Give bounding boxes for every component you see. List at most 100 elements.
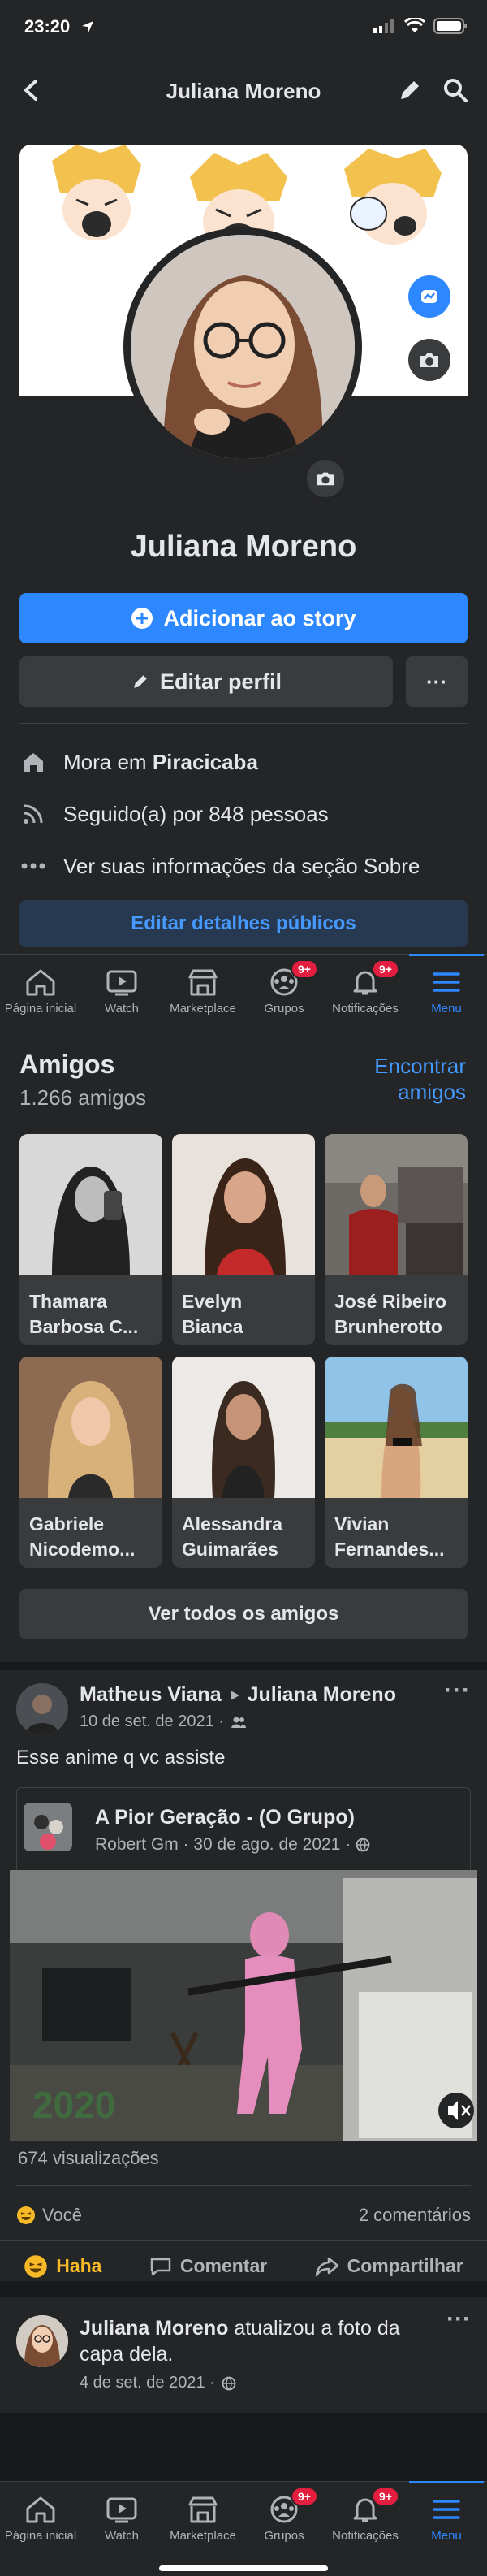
friend-name-line2: Bianca xyxy=(182,1316,244,1337)
post-more-button[interactable]: ··· xyxy=(444,1677,471,1704)
avatar-camera-button[interactable] xyxy=(304,457,347,500)
tab-menu[interactable]: Menu xyxy=(406,2481,487,2576)
cover-camera-button[interactable] xyxy=(406,336,453,383)
post-date[interactable]: 10 de set. de 2021 · xyxy=(80,1712,224,1731)
friend-card[interactable]: Gabriele Nicodemo... xyxy=(19,1357,162,1568)
post-author-avatar[interactable] xyxy=(16,1683,68,1735)
profile-header: Juliana Moreno xyxy=(0,58,487,123)
tab-menu[interactable]: Menu xyxy=(406,954,487,1032)
battery-icon xyxy=(433,18,467,34)
groups-badge: 9+ xyxy=(291,2487,318,2506)
marketplace-icon xyxy=(188,969,218,996)
pencil-icon[interactable] xyxy=(396,76,424,104)
divider xyxy=(19,723,468,724)
friend-card[interactable]: Evelyn Bianca xyxy=(172,1134,315,1345)
info-row-about[interactable]: Ver suas informações da seção Sobre xyxy=(19,850,468,882)
tab-watch[interactable]: Watch xyxy=(81,2482,162,2576)
more-dots-icon xyxy=(21,863,45,869)
post-text: Esse anime q vc assiste xyxy=(16,1747,226,1769)
home-indicator xyxy=(159,2565,328,2571)
comment-icon xyxy=(150,2258,171,2275)
friend-name-line2: Fernandes... xyxy=(334,1539,445,1560)
notifications-badge: 9+ xyxy=(372,2487,399,2506)
signal-icon xyxy=(373,19,394,33)
post-target-name[interactable]: Juliana Moreno xyxy=(248,1683,396,1707)
comments-count[interactable]: 2 comentários xyxy=(359,2205,471,2226)
home-icon xyxy=(24,753,43,772)
comment-label: Comentar xyxy=(179,2255,268,2276)
wifi-icon xyxy=(404,18,425,32)
post-actions: Haha Comentar Compartilhar xyxy=(0,2240,487,2291)
profile-avatar-ring xyxy=(123,227,362,466)
tab-watch[interactable]: Watch xyxy=(81,955,162,1032)
group-photo xyxy=(24,1803,72,1851)
comment-button[interactable]: Comentar xyxy=(149,2255,267,2277)
post2-date[interactable]: 4 de set. de 2021 · xyxy=(80,2374,215,2392)
profile-section: Juliana Moreno Adicionar ao story Editar… xyxy=(0,123,487,954)
tab-label: Grupos xyxy=(264,2529,304,2543)
profile-avatar[interactable] xyxy=(131,235,355,459)
shared-author-date: Robert Gm · 30 de ago. de 2021 · xyxy=(95,1835,351,1854)
tab-groups[interactable]: 9+ Grupos xyxy=(244,955,325,1032)
tab-groups[interactable]: 9+ Grupos xyxy=(244,2482,325,2576)
profile-photo xyxy=(131,235,355,459)
find-friends-link[interactable]: Encontrar amigos xyxy=(374,1053,466,1105)
reaction-count[interactable]: Você xyxy=(16,2205,82,2226)
globe-icon xyxy=(356,1838,370,1852)
haha-emoji-icon xyxy=(24,2254,47,2278)
tab-notifications[interactable]: 9+ Notificações xyxy=(325,955,406,1032)
tab-marketplace[interactable]: Marketplace xyxy=(162,2482,244,2576)
profile-more-button[interactable]: ··· xyxy=(406,656,468,707)
tab-label: Grupos xyxy=(264,1002,304,1015)
post-video[interactable]: 2020 xyxy=(10,1870,477,2141)
post2-author[interactable]: Juliana Moreno xyxy=(80,2317,228,2340)
status-icons xyxy=(373,18,468,34)
see-all-friends-button[interactable]: Ver todos os amigos xyxy=(19,1589,468,1639)
friend-card[interactable]: Alessandra Guimarães xyxy=(172,1357,315,1568)
avatar-photo xyxy=(16,2315,68,2367)
notifications-badge: 9+ xyxy=(372,959,399,979)
tab-label: Menu xyxy=(431,1002,462,1015)
tab-label: Notificações xyxy=(332,2529,399,2543)
shared-group-name[interactable]: A Pior Geração - (O Grupo) xyxy=(95,1806,355,1829)
pencil-icon xyxy=(134,675,147,688)
friends-count: 1.266 amigos xyxy=(19,1085,147,1110)
friend-card[interactable]: Vivian Fernandes... xyxy=(325,1357,468,1568)
tab-label: Watch xyxy=(105,1002,139,1015)
friend-photo xyxy=(325,1134,468,1275)
share-button[interactable]: Compartilhar xyxy=(315,2255,463,2277)
back-arrow-icon[interactable] xyxy=(18,76,45,104)
more-dots-icon: ··· xyxy=(426,669,447,694)
friends-section: Amigos 1.266 amigos Encontrar amigos Tham… xyxy=(0,1032,487,1662)
cover-messenger-button[interactable] xyxy=(406,273,453,320)
add-to-story-button[interactable]: Adicionar ao story xyxy=(19,593,468,643)
post2-more-button[interactable]: ··· xyxy=(446,2305,471,2333)
friend-card[interactable]: José Ribeiro Brunherotto xyxy=(325,1134,468,1345)
post-author-avatar[interactable] xyxy=(16,2315,68,2367)
share-label: Compartilhar xyxy=(347,2255,463,2276)
tab-label: Página inicial xyxy=(4,2529,77,2543)
triangle-right-icon xyxy=(230,1690,239,1700)
friend-photo xyxy=(172,1357,315,1498)
tab-home[interactable]: Página inicial xyxy=(0,2482,81,2576)
plus-circle-icon xyxy=(131,608,153,629)
tab-home[interactable]: Página inicial xyxy=(0,955,81,1032)
friend-name-line1: Evelyn xyxy=(182,1291,243,1312)
search-icon[interactable] xyxy=(442,76,469,104)
post-author-name[interactable]: Matheus Viana xyxy=(80,1683,222,1707)
friends-title: Amigos xyxy=(19,1050,115,1079)
divider xyxy=(16,2185,471,2186)
info-row-followers: Seguido(a) por 848 pessoas xyxy=(19,798,468,830)
post-meta: 10 de set. de 2021 · xyxy=(80,1712,247,1731)
haha-label: Haha xyxy=(56,2255,102,2276)
tab-label: Notificações xyxy=(332,1002,399,1015)
friend-card[interactable]: Thamara Barbosa C... xyxy=(19,1134,162,1345)
edit-public-details-button[interactable]: Editar detalhes públicos xyxy=(19,900,468,947)
edit-profile-button[interactable]: Editar perfil xyxy=(19,656,393,707)
haha-button[interactable]: Haha xyxy=(24,2254,101,2279)
info-location-city[interactable]: Piracicaba xyxy=(153,750,258,774)
edit-profile-label: Editar perfil xyxy=(159,669,282,694)
tab-marketplace[interactable]: Marketplace xyxy=(162,955,244,1032)
tab-notifications[interactable]: 9+ Notificações xyxy=(325,2482,406,2576)
watch-icon xyxy=(106,2497,137,2523)
